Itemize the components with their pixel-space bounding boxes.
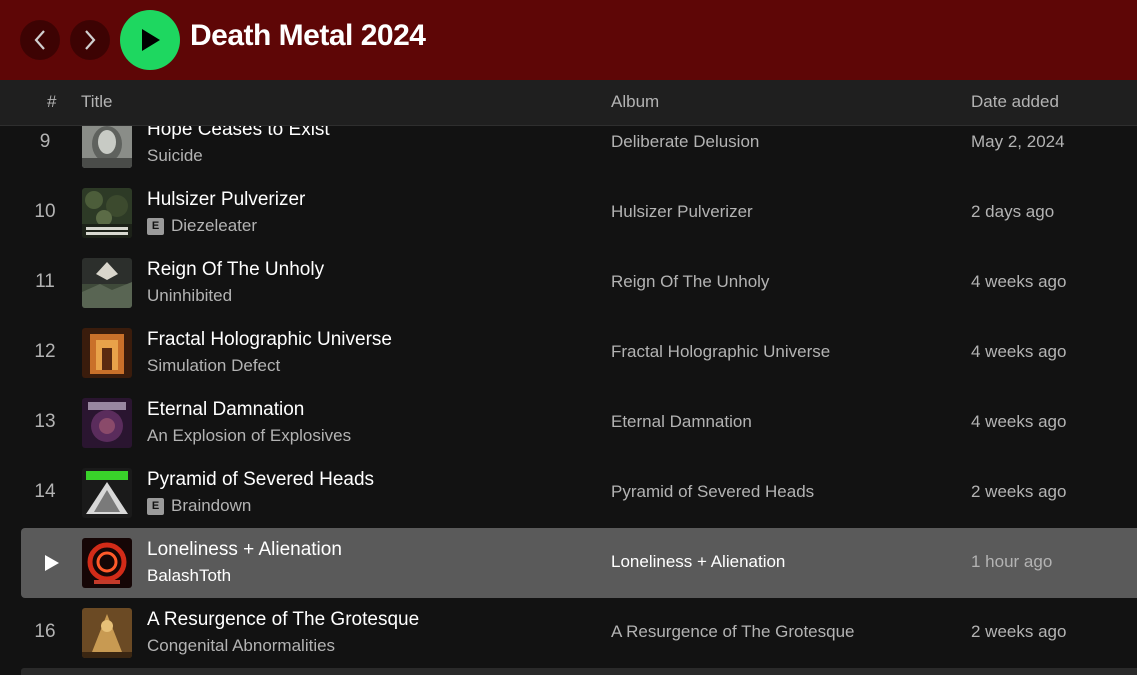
- track-artist-area: Simulation Defect: [147, 356, 280, 376]
- track-album[interactable]: Eternal Damnation: [611, 412, 752, 432]
- back-button[interactable]: [20, 20, 60, 60]
- track-artist[interactable]: BalashToth: [147, 566, 231, 586]
- track-album[interactable]: Hulsizer Pulverizer: [611, 202, 753, 222]
- track-date-added: 1 hour ago: [971, 552, 1053, 571]
- track-artist-area: BalashToth: [147, 566, 231, 586]
- playlist-view: 9 Hope Ceases to Exist Suicide Deliberat…: [0, 0, 1137, 675]
- track-artist-area: Uninhibited: [147, 286, 232, 306]
- column-header: # Title Album Date added: [0, 80, 1137, 126]
- column-album[interactable]: Album: [611, 92, 659, 112]
- track-artist-area: An Explosion of Explosives: [147, 426, 351, 446]
- track-number: 14: [34, 481, 56, 502]
- album-cover[interactable]: [82, 188, 132, 238]
- track-date-added: 4 weeks ago: [971, 342, 1067, 361]
- track-title[interactable]: Reign Of The Unholy: [147, 259, 324, 281]
- track-row-active[interactable]: Loneliness + Alienation BalashToth Lonel…: [21, 528, 1137, 598]
- track-title[interactable]: Pyramid of Severed Heads: [147, 469, 374, 491]
- track-date-added: 4 weeks ago: [971, 272, 1067, 291]
- album-cover[interactable]: [82, 328, 132, 378]
- track-album[interactable]: Fractal Holographic Universe: [611, 342, 830, 362]
- track-album[interactable]: Pyramid of Severed Heads: [611, 482, 814, 502]
- track-album[interactable]: A Resurgence of The Grotesque: [611, 622, 855, 642]
- track-number: 16: [34, 621, 56, 642]
- track-title[interactable]: A Resurgence of The Grotesque: [147, 609, 419, 631]
- track-title[interactable]: Loneliness + Alienation: [147, 539, 342, 561]
- track-artist-area: E Braindown: [147, 496, 251, 516]
- track-date-added: May 2, 2024: [971, 132, 1065, 151]
- track-number: 9: [39, 131, 51, 152]
- track-album[interactable]: Loneliness + Alienation: [611, 552, 785, 572]
- track-row[interactable]: 12 Fractal Holographic Universe Simulati…: [21, 318, 1137, 388]
- track-date-added: 2 weeks ago: [971, 622, 1067, 641]
- explicit-badge: E: [147, 217, 164, 235]
- play-icon: [142, 29, 160, 51]
- album-cover[interactable]: [82, 538, 132, 588]
- track-number: 10: [34, 201, 56, 222]
- track-date-added: 2 weeks ago: [971, 482, 1067, 501]
- album-cover[interactable]: [82, 258, 132, 308]
- play-icon[interactable]: [45, 555, 59, 576]
- track-row[interactable]: 16 A Resurgence of The Grotesque Congeni…: [21, 598, 1137, 668]
- chevron-right-icon: [85, 30, 96, 50]
- track-artist[interactable]: Diezeleater: [171, 216, 257, 236]
- chevron-left-icon: [34, 30, 45, 50]
- track-artist[interactable]: Simulation Defect: [147, 356, 280, 376]
- next-row-edge: [21, 668, 1137, 675]
- forward-button[interactable]: [70, 20, 110, 60]
- track-artist[interactable]: Congenital Abnormalities: [147, 636, 335, 656]
- track-artist-area: Congenital Abnormalities: [147, 636, 335, 656]
- track-artist-area: E Diezeleater: [147, 216, 257, 236]
- album-cover[interactable]: [82, 608, 132, 658]
- track-row[interactable]: 14 Pyramid of Severed Heads E Braindown …: [21, 458, 1137, 528]
- album-cover[interactable]: [82, 468, 132, 518]
- track-number: 13: [34, 411, 56, 432]
- track-date-added: 4 weeks ago: [971, 412, 1067, 431]
- explicit-badge: E: [147, 497, 164, 515]
- column-title[interactable]: Title: [81, 92, 113, 112]
- track-artist[interactable]: Suicide: [147, 146, 203, 166]
- track-title[interactable]: Hulsizer Pulverizer: [147, 189, 305, 211]
- track-number: 11: [35, 271, 55, 292]
- track-date-added: 2 days ago: [971, 202, 1055, 221]
- track-title[interactable]: Eternal Damnation: [147, 399, 304, 421]
- track-artist-area: Suicide: [147, 146, 203, 166]
- track-number: 12: [34, 341, 56, 362]
- track-album[interactable]: Deliberate Delusion: [611, 132, 759, 152]
- track-title[interactable]: Fractal Holographic Universe: [147, 329, 392, 351]
- album-cover[interactable]: [82, 398, 132, 448]
- track-row[interactable]: 13 Eternal Damnation An Explosion of Exp…: [21, 388, 1137, 458]
- column-number: #: [47, 92, 57, 111]
- track-artist[interactable]: Braindown: [171, 496, 251, 516]
- page-title: Death Metal 2024: [190, 19, 426, 52]
- track-artist[interactable]: An Explosion of Explosives: [147, 426, 351, 446]
- track-row[interactable]: 11 Reign Of The Unholy Uninhibited Reign…: [21, 248, 1137, 318]
- column-date-added[interactable]: Date added: [971, 92, 1059, 112]
- track-album[interactable]: Reign Of The Unholy: [611, 272, 769, 292]
- track-row[interactable]: 10 Hulsizer Pulverizer E Diezeleater Hul…: [21, 178, 1137, 248]
- track-artist[interactable]: Uninhibited: [147, 286, 232, 306]
- playlist-header: Death Metal 2024: [0, 0, 1137, 80]
- play-button[interactable]: [120, 10, 180, 70]
